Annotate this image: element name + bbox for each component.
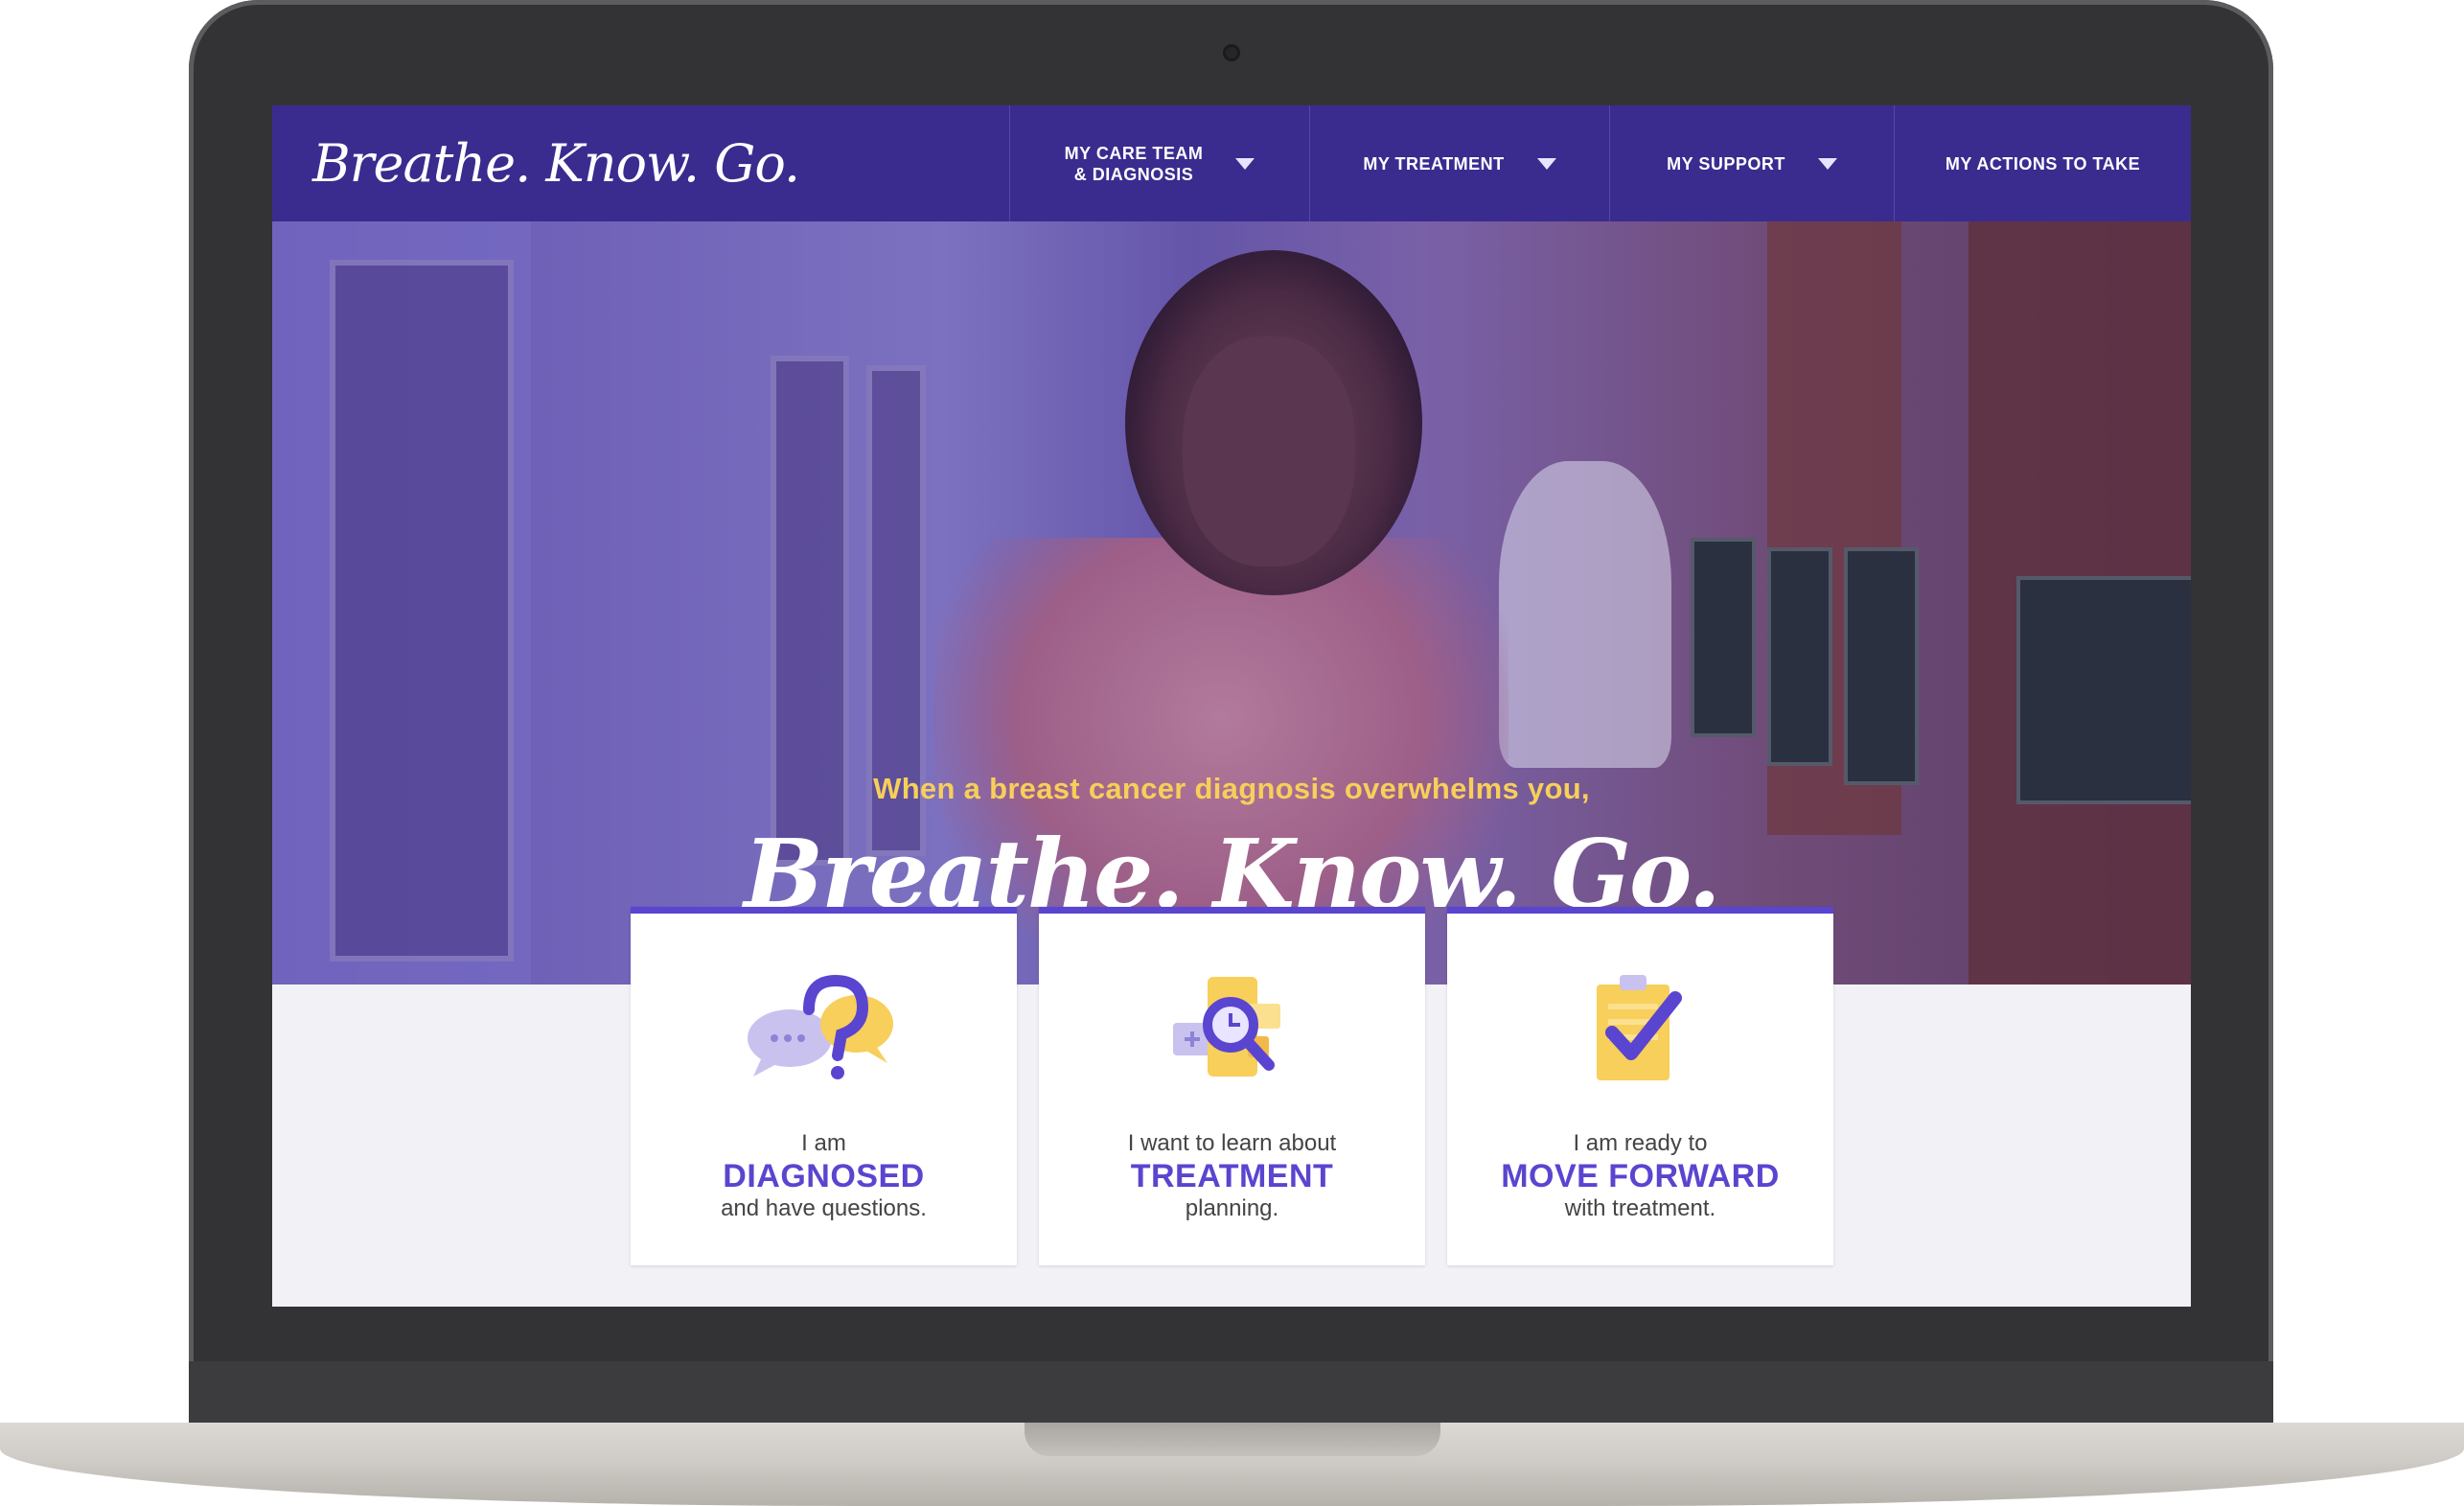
- nav-item-actions-to-take[interactable]: MY ACTIONS TO TAKE: [1894, 105, 2191, 221]
- top-navigation: Breathe. Know. Go. MY CARE TEAM & DIAGNO…: [272, 105, 2191, 221]
- nav-item-label: MY SUPPORT: [1667, 153, 1785, 174]
- hero-photo-monitor: [1691, 538, 1756, 737]
- magnifier-phone-icon: [1173, 977, 1280, 1077]
- clipboard-check-icon: [1597, 975, 1682, 1080]
- card-line3: planning.: [1185, 1195, 1279, 1221]
- card-line3: with treatment.: [1564, 1195, 1716, 1221]
- laptop-notch: [1025, 1423, 1440, 1456]
- card-diagnosed[interactable]: I am DIAGNOSED and have questions.: [631, 907, 1017, 1265]
- hero-photo-doctor: [1499, 461, 1671, 768]
- hero-photo-monitor: [1767, 547, 1832, 766]
- nav-item-label: MY TREATMENT: [1363, 153, 1505, 174]
- chevron-down-icon: [1817, 157, 1837, 170]
- nav-item-label: MY CARE TEAM & DIAGNOSIS: [1065, 143, 1204, 185]
- card-move-forward[interactable]: I am ready to MOVE FORWARD with treatmen…: [1447, 907, 1833, 1265]
- hero-banner: When a breast cancer diagnosis overwhelm…: [272, 221, 2191, 985]
- hero-tagline: When a breast cancer diagnosis overwhelm…: [873, 772, 1590, 805]
- browser-viewport: Breathe. Know. Go. MY CARE TEAM & DIAGNO…: [272, 105, 2191, 1307]
- nav-item-treatment[interactable]: MY TREATMENT: [1309, 105, 1609, 221]
- chevron-down-icon: [1536, 157, 1556, 170]
- card-line1: I am: [801, 1130, 846, 1156]
- card-line1: I want to learn about: [1127, 1130, 1337, 1156]
- card-headline: TREATMENT: [1130, 1158, 1334, 1194]
- site-logo[interactable]: Breathe. Know. Go.: [272, 105, 1009, 221]
- hero-photo-monitor: [2016, 576, 2191, 804]
- hero-photo-person-face: [1183, 336, 1355, 567]
- hero-photo-monitor: [1844, 547, 1919, 785]
- webcam: [1223, 44, 1240, 61]
- chevron-down-icon: [1235, 157, 1255, 170]
- nav-item-care-team-diagnosis[interactable]: MY CARE TEAM & DIAGNOSIS: [1009, 105, 1309, 221]
- nav-item-label-line1: MY CARE TEAM: [1064, 143, 1204, 163]
- card-line1: I am ready to: [1573, 1130, 1708, 1156]
- nav-item-label-line2: & DIAGNOSIS: [1073, 164, 1194, 184]
- card-treatment[interactable]: I want to learn about TREATMENT planning…: [1039, 907, 1425, 1265]
- card-headline: MOVE FORWARD: [1501, 1158, 1780, 1194]
- card-line3: and have questions.: [721, 1195, 927, 1221]
- question-bubbles-icon: [748, 974, 893, 1079]
- card-headline: DIAGNOSED: [723, 1158, 925, 1194]
- nav-item-support[interactable]: MY SUPPORT: [1609, 105, 1894, 221]
- nav-item-label: MY ACTIONS TO TAKE: [1945, 153, 2141, 174]
